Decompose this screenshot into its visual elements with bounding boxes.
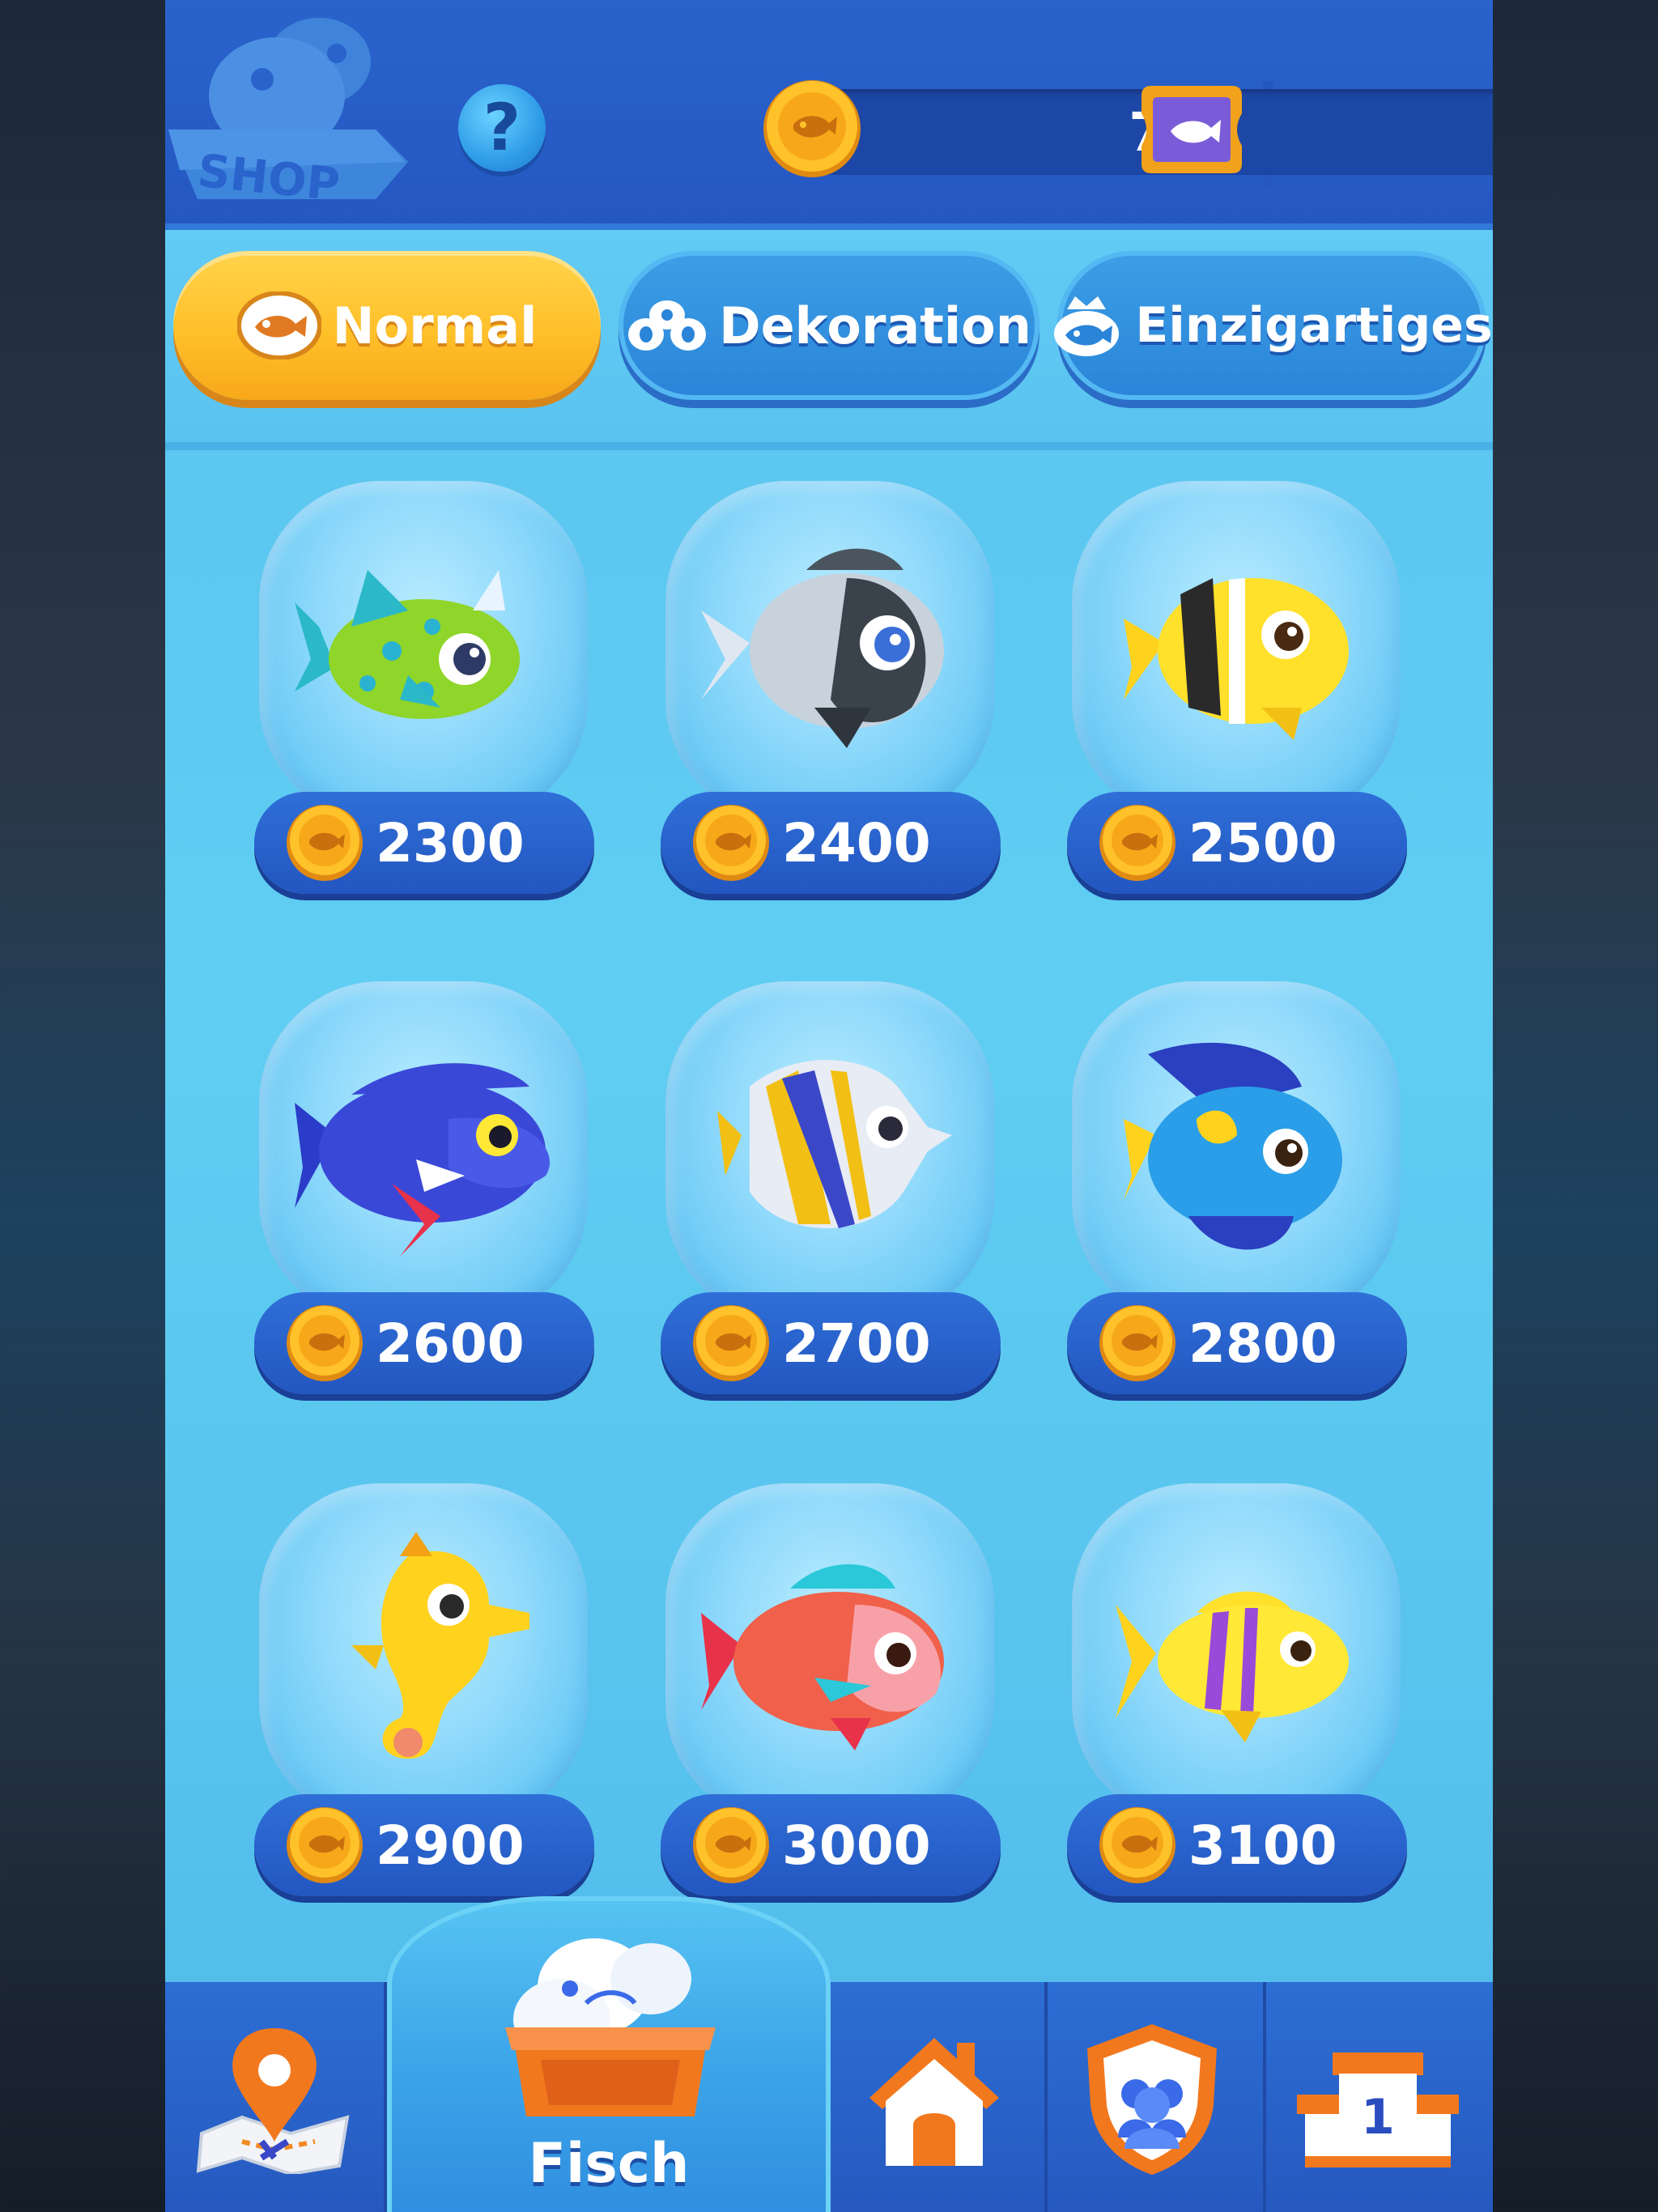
price-tag: 2800 — [1067, 1292, 1407, 1394]
coin-icon — [763, 80, 861, 177]
shop-item-card[interactable]: 2900 — [254, 1483, 594, 1904]
nav-team[interactable] — [1041, 1982, 1266, 2212]
map-pin-icon — [196, 2028, 350, 2174]
category-tabs: Normal Dekoration Einzigartiges — [165, 230, 1493, 450]
price-amount: 2300 — [376, 811, 525, 874]
nav-fish-active[interactable]: Fisch — [387, 1896, 831, 2212]
top-bar: SHOP ? 750 20 — [165, 0, 1493, 230]
shop-item-card[interactable]: 3100 — [1067, 1483, 1407, 1904]
nav-map[interactable] — [165, 1982, 387, 2212]
shop-screen: SHOP ? 750 20 — [165, 0, 1493, 2212]
coin-icon — [287, 805, 363, 881]
podium-icon: 1 — [1297, 2052, 1459, 2167]
price-tag: 2500 — [1067, 792, 1407, 894]
price-amount: 2500 — [1188, 811, 1337, 874]
fish-basket-icon — [505, 1938, 716, 2116]
price-tag: 2300 — [254, 792, 594, 894]
nav-home[interactable] — [821, 1982, 1048, 2212]
price-amount: 2700 — [782, 1312, 931, 1375]
coin-icon — [1099, 805, 1175, 881]
item-bubble — [259, 981, 588, 1321]
home-icon — [869, 2038, 999, 2166]
price-amount: 2600 — [376, 1312, 525, 1375]
coin-icon — [693, 805, 769, 881]
background-right — [1493, 0, 1658, 2212]
coin-icon — [1099, 1807, 1175, 1883]
green-cowfish-icon — [295, 570, 520, 719]
price-tag: 2600 — [254, 1292, 594, 1394]
fish-face-icon — [236, 291, 321, 359]
shop-item-card[interactable]: 2400 — [661, 481, 1001, 902]
price-tag: 2700 — [661, 1292, 1001, 1394]
price-amount: 3100 — [1188, 1814, 1337, 1877]
shop-item-card[interactable]: 2300 — [254, 481, 594, 902]
gray-angelfish-icon — [701, 548, 944, 748]
shop-item-card[interactable]: 3000 — [661, 1483, 1001, 1904]
shop-item-card[interactable]: 2500 — [1067, 481, 1407, 902]
shop-item-card[interactable]: 2700 — [661, 981, 1001, 1402]
nav-leaderboard[interactable]: 1 — [1263, 1982, 1493, 2212]
price-tag: 3000 — [661, 1794, 1001, 1896]
item-bubble — [665, 1483, 994, 1823]
team-shield-icon — [1087, 2024, 1217, 2175]
decoration-icon — [627, 297, 708, 354]
tab-einzigartiges-label: Einzigartiges — [1135, 297, 1493, 354]
shop-logo: SHOP — [165, 8, 408, 219]
item-bubble — [665, 981, 994, 1321]
coin-icon — [693, 1807, 769, 1883]
price-amount: 2800 — [1188, 1312, 1337, 1375]
striped-yellow-fish-icon — [1124, 578, 1349, 740]
tab-einzigartiges[interactable]: Einzigartiges — [1054, 251, 1493, 400]
coin-icon — [1099, 1305, 1175, 1381]
coin-icon — [693, 1305, 769, 1381]
tab-normal-label: Normal — [332, 296, 538, 355]
fish-ticket-icon — [1141, 86, 1242, 173]
unique-fish-icon — [1051, 293, 1124, 358]
nav-fish-label: Fisch — [528, 2132, 690, 2196]
price-tag: 3100 — [1067, 1794, 1407, 1896]
blue-cichlid-icon — [295, 1063, 550, 1257]
coin-icon — [287, 1807, 363, 1883]
shop-item-card[interactable]: 2800 — [1067, 981, 1407, 1402]
coin-icon — [287, 1305, 363, 1381]
yellow-seahorse-icon — [351, 1532, 529, 1759]
item-bubble — [1072, 481, 1401, 821]
podium-rank: 1 — [1361, 2089, 1395, 2146]
blue-tang-icon — [1124, 1042, 1342, 1250]
item-bubble — [1072, 1483, 1401, 1823]
yellow-striped-fish-icon — [1116, 1591, 1349, 1742]
ticket-balance[interactable]: 20 — [1141, 86, 1493, 175]
tab-normal[interactable]: Normal — [173, 251, 601, 400]
item-bubble — [1072, 981, 1401, 1321]
price-amount: 2900 — [376, 1814, 525, 1877]
background-left — [0, 0, 165, 2212]
item-bubble — [259, 481, 588, 821]
price-tag: 2400 — [661, 792, 1001, 894]
price-amount: 3000 — [782, 1814, 931, 1877]
help-button[interactable]: ? — [458, 84, 546, 172]
tab-dekoration-label: Dekoration — [719, 296, 1031, 355]
price-tag: 2900 — [254, 1794, 594, 1896]
help-label: ? — [483, 90, 521, 165]
red-parrotfish-icon — [701, 1564, 944, 1750]
shop-item-card[interactable]: 2600 — [254, 981, 594, 1402]
item-bubble — [259, 1483, 588, 1823]
price-amount: 2400 — [782, 811, 931, 874]
item-bubble — [665, 481, 994, 821]
striped-butterflyfish-icon — [717, 1060, 952, 1228]
tab-dekoration[interactable]: Dekoration — [619, 251, 1039, 400]
